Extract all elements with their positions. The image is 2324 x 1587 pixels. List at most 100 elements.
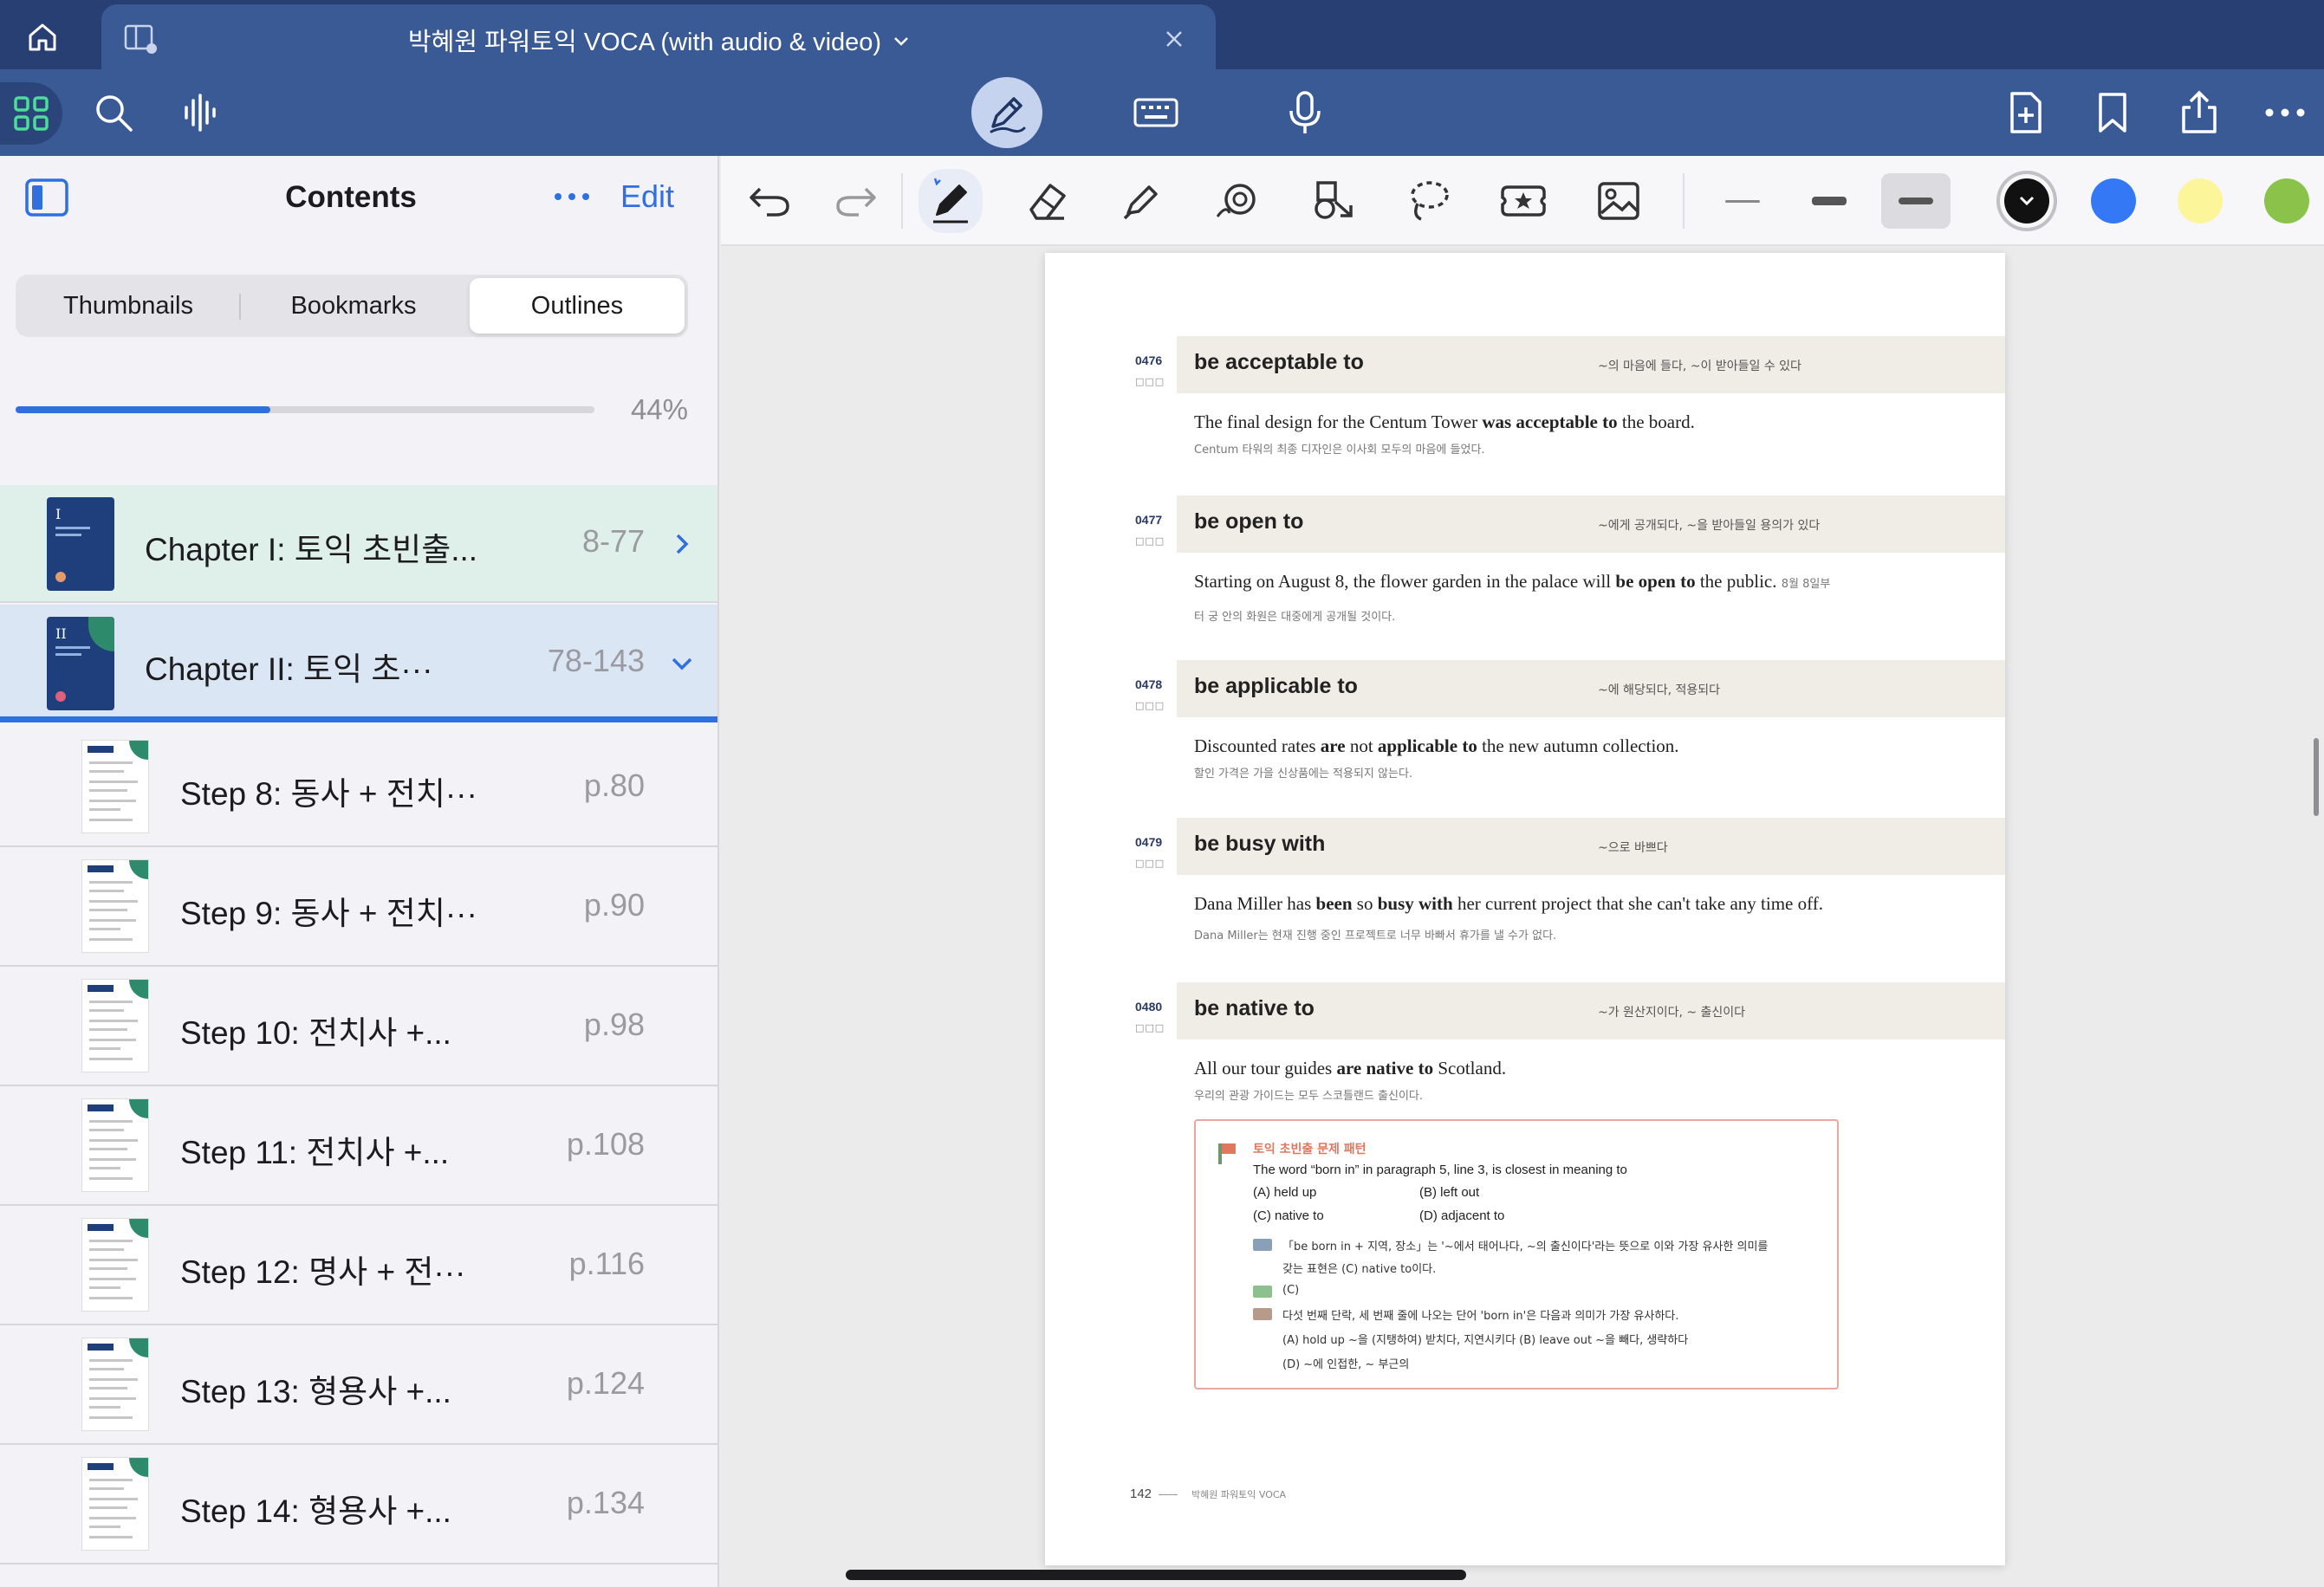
eraser-tool-button[interactable] xyxy=(1021,175,1073,227)
chapter-page-range: 78-143 xyxy=(547,643,645,678)
step-page: p.124 xyxy=(566,1365,645,1401)
tip-option-b: (B) left out xyxy=(1419,1185,1480,1200)
color-yellow-swatch[interactable] xyxy=(2178,178,2223,223)
document-page[interactable]: 0476 □□□ be acceptable to ~의 마음에 들다, ~이 받아들… xyxy=(1045,253,2005,1565)
stroke-thick-button[interactable] xyxy=(1881,173,1951,229)
redo-button[interactable] xyxy=(830,175,882,227)
entry-checkboxes[interactable]: □□□ xyxy=(1135,1022,1165,1033)
entry-example: Discounted rates are not applicable to t… xyxy=(1194,731,1835,761)
share-button[interactable] xyxy=(2169,82,2230,143)
step-label: Step 9: 동사 + 전치··· xyxy=(180,896,477,931)
highlighter-tool-button[interactable] xyxy=(1116,175,1168,227)
example-part: applicable to xyxy=(1377,735,1477,756)
undo-button[interactable] xyxy=(743,175,795,227)
bookmark-icon xyxy=(2099,93,2126,133)
tab-bookmarks[interactable]: Bookmarks xyxy=(244,278,463,334)
tab-outlines[interactable]: Outlines xyxy=(470,278,685,334)
add-page-icon xyxy=(2010,92,2042,133)
tip-option-a: (A) held up xyxy=(1253,1185,1317,1200)
color-blue-swatch[interactable] xyxy=(2091,178,2136,223)
image-tool-button[interactable] xyxy=(1593,175,1645,227)
tab-thumbnails[interactable]: Thumbnails xyxy=(19,278,237,334)
tip-title: 토익 초빈출 문제 패턴 xyxy=(1253,1143,1366,1156)
audio-button[interactable] xyxy=(170,82,230,143)
stroke-thin-button[interactable] xyxy=(1708,173,1777,229)
more-button[interactable] xyxy=(2255,82,2315,143)
entry-translation: Dana Miller는 현재 진행 중인 프로젝트로 너무 바빠서 휴가를 낼… xyxy=(1194,930,1557,942)
apps-button[interactable] xyxy=(0,82,62,145)
step-label: Step 10: 전치사 +... xyxy=(180,1015,451,1051)
thumb-corner xyxy=(129,1099,148,1118)
outline-step-13[interactable]: Step 13: 형용사 +... p.124 xyxy=(0,1325,717,1445)
step-label: Step 8: 동사 + 전치··· xyxy=(180,776,477,812)
lasso-tool-button[interactable] xyxy=(1402,175,1454,227)
vertical-scrollbar[interactable] xyxy=(2314,738,2319,816)
outline-step-14[interactable]: Step 14: 형용사 +... p.134 xyxy=(0,1445,717,1564)
reading-progress-label: 44% xyxy=(630,393,688,425)
example-part: so xyxy=(1352,893,1378,914)
home-button[interactable] xyxy=(19,14,66,61)
entry-example: Starting on August 8, the flower garden … xyxy=(1194,567,1835,632)
color-black-swatch[interactable] xyxy=(2004,178,2049,223)
entry-term: be acceptable to xyxy=(1194,350,1364,374)
home-indicator[interactable] xyxy=(846,1570,1466,1580)
step-label: Step 11: 전치사 +... xyxy=(180,1135,450,1170)
entry-checkboxes[interactable]: □□□ xyxy=(1135,858,1165,869)
keyboard-button[interactable] xyxy=(1126,82,1186,143)
pen-mode-button[interactable] xyxy=(971,77,1042,148)
entry-translation: 할인 가격은 가을 신상품에는 적용되지 않는다. xyxy=(1194,768,1413,781)
outline-step-12[interactable]: Step 12: 명사 + 전··· p.116 xyxy=(0,1206,717,1325)
entry-meaning: ~에 해당되다, 적용되다 xyxy=(1598,683,1721,697)
chevron-right-icon[interactable] xyxy=(669,531,695,557)
segment-divider xyxy=(239,294,241,320)
share-icon xyxy=(2182,90,2217,133)
chevron-down-icon[interactable] xyxy=(669,651,695,677)
document-tab[interactable]: 박혜원 파워토익 VOCA (with audio & video) xyxy=(101,4,1216,69)
outline-step-8[interactable]: Step 8: 동사 + 전치··· p.80 xyxy=(0,728,717,847)
thumb-header xyxy=(88,985,114,992)
pen-tool-button[interactable] xyxy=(919,169,983,233)
sidebar-more-button[interactable] xyxy=(550,175,594,218)
thumb-header xyxy=(88,1224,114,1231)
undo-icon xyxy=(750,187,789,217)
entry-checkboxes[interactable]: □□□ xyxy=(1135,535,1165,547)
tip-answer: (C) xyxy=(1282,1284,1300,1297)
annotation-toolbar xyxy=(721,156,2324,246)
outline-step-11[interactable]: Step 11: 전치사 +... p.108 xyxy=(0,1086,717,1206)
color-green-swatch[interactable] xyxy=(2264,178,2309,223)
sidebar-title: Contents xyxy=(285,180,417,214)
close-tab-button[interactable] xyxy=(1157,22,1191,56)
footer-brand: 박혜원 파워토익 VOCA xyxy=(1191,1489,1287,1500)
thumb-header xyxy=(88,1463,114,1470)
edit-button[interactable]: Edit xyxy=(620,178,674,215)
outline-chapter-2[interactable]: II Chapter II: 토익 초··· 78-143 xyxy=(0,605,717,722)
outline-chapter-1[interactable]: I Chapter I: 토익 초빈출... 8-77 xyxy=(0,485,717,603)
add-page-button[interactable] xyxy=(1996,82,2056,143)
sidebar-header: Contents Edit xyxy=(0,156,717,243)
entry-checkboxes[interactable]: □□□ xyxy=(1135,700,1165,711)
search-icon xyxy=(96,95,133,132)
chapter-page-range: 8-77 xyxy=(581,523,645,559)
search-button[interactable] xyxy=(83,82,144,143)
reading-progress-fill xyxy=(16,406,270,413)
thumb-corner xyxy=(129,1338,148,1357)
thumb-header xyxy=(88,746,114,753)
outline-step-9[interactable]: Step 9: 동사 + 전치··· p.90 xyxy=(0,847,717,967)
shape-tool-button[interactable] xyxy=(1211,175,1263,227)
example-part: her current project that she can't take … xyxy=(1452,893,1823,914)
apps-grid-icon xyxy=(14,96,49,131)
entry-translation: 우리의 관광 가이드는 모두 스코틀랜드 출신이다. xyxy=(1194,1090,1423,1103)
entry-checkboxes[interactable]: □□□ xyxy=(1135,376,1165,387)
entry-term: be open to xyxy=(1194,509,1304,534)
tab-title[interactable]: 박혜원 파워토익 VOCA (with audio & video) xyxy=(101,22,1216,58)
bookmark-button[interactable] xyxy=(2082,82,2143,143)
microphone-button[interactable] xyxy=(1275,82,1335,143)
image-icon xyxy=(1598,182,1639,220)
outline-step-10[interactable]: Step 10: 전치사 +... p.98 xyxy=(0,967,717,1086)
toolbar-separator xyxy=(901,173,903,229)
sticker-tool-button[interactable] xyxy=(1497,175,1549,227)
chapter-thumbnail: II xyxy=(47,617,114,710)
elements-tool-button[interactable] xyxy=(1307,175,1359,227)
stroke-medium-button[interactable] xyxy=(1795,173,1864,229)
example-part: Dana Miller has xyxy=(1194,893,1316,914)
